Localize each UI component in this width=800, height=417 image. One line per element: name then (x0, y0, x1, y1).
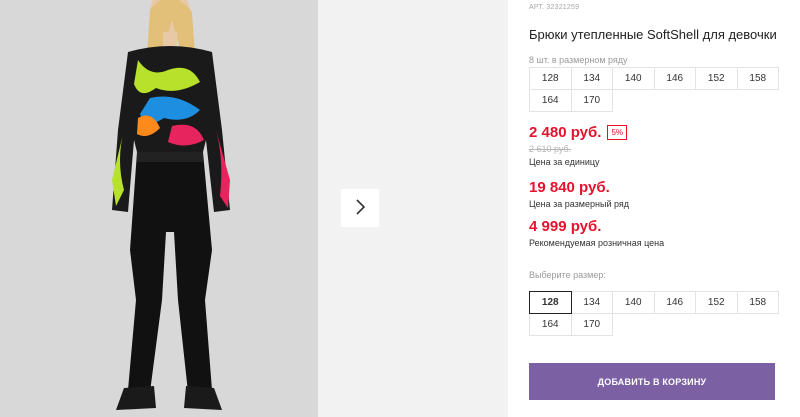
product-photo-illustration (0, 0, 318, 417)
old-price: 2 610 руб. (529, 144, 572, 154)
size-option-128[interactable]: 128 (529, 291, 572, 314)
size-option-158[interactable]: 158 (736, 291, 779, 314)
gallery-next-button[interactable] (341, 189, 379, 227)
chevron-right-icon (354, 198, 366, 218)
size-option-140[interactable]: 140 (612, 291, 655, 314)
pack-size-cell: 146 (653, 67, 696, 90)
pack-size-cell: 128 (529, 67, 572, 90)
product-details: АРТ. 32321259 Брюки утепленные SoftShell… (529, 0, 789, 417)
unit-price-value: 2 480 руб. (529, 124, 602, 141)
pack-size-cell: 152 (695, 67, 738, 90)
size-selector: 128 134 140 146 152 158 164 170 (529, 291, 779, 336)
discount-badge: 5% (607, 125, 628, 140)
pack-size-grid: 128 134 140 146 152 158 164 170 (529, 67, 779, 112)
unit-price-caption: Цена за единицу (529, 157, 600, 167)
size-option-146[interactable]: 146 (653, 291, 696, 314)
pack-price: 19 840 руб. (529, 179, 610, 196)
pack-price-caption: Цена за размерный ряд (529, 199, 630, 209)
retail-price-caption: Рекомендуемая розничная цена (529, 238, 665, 248)
size-option-164[interactable]: 164 (529, 313, 572, 336)
retail-price: 4 999 руб. (529, 218, 602, 235)
product-sku: АРТ. 32321259 (529, 4, 580, 11)
choose-size-label: Выберите размер: (529, 270, 606, 280)
pack-size-cell: 158 (736, 67, 779, 90)
size-option-170[interactable]: 170 (570, 313, 613, 336)
pack-size-cell: 140 (612, 67, 655, 90)
product-gallery (0, 0, 508, 417)
pack-size-cell: 134 (570, 67, 613, 90)
pack-size-cell: 164 (529, 89, 572, 112)
pack-size-cell: 170 (570, 89, 613, 112)
unit-price: 2 480 руб. 5% (529, 124, 628, 141)
product-title: Брюки утепленные SoftShell для девочки (529, 27, 777, 42)
size-option-134[interactable]: 134 (570, 291, 613, 314)
product-photo (0, 0, 318, 417)
size-option-152[interactable]: 152 (695, 291, 738, 314)
pack-size-label: 8 шт. в размерном ряду (529, 55, 628, 65)
add-to-cart-button[interactable]: ДОБАВИТЬ В КОРЗИНУ (529, 363, 775, 400)
